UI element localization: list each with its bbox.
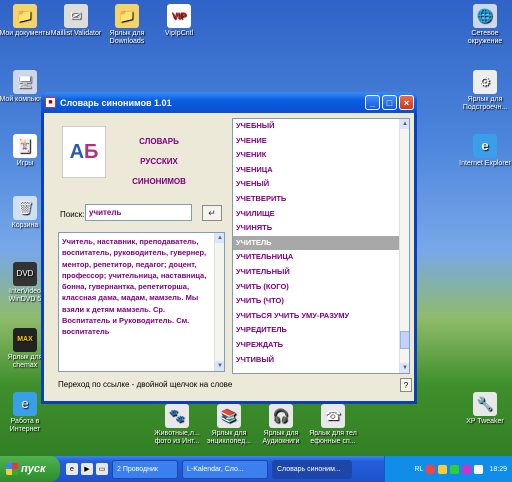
app-icon: MAX xyxy=(13,328,37,352)
word-list-item[interactable]: УЧИТЕЛЬНИЦА xyxy=(233,250,399,265)
minimize-button[interactable]: _ xyxy=(365,95,380,110)
scroll-up-icon[interactable]: ▲ xyxy=(215,233,224,243)
folder-icon: 📁 xyxy=(115,4,139,28)
app-icon: 🃏 xyxy=(13,134,37,158)
desktop-icon-xptweaker[interactable]: 🔧 XP Tweaker xyxy=(456,392,512,426)
app-icon: 🐾 xyxy=(165,404,189,428)
word-list[interactable]: УЧЕБНЫЙ УЧЕНИЕ УЧЕНИК УЧЕНИЦА УЧЕНЫЙ УЧЕТВЕРИ… xyxy=(232,118,410,374)
internet-icon: e xyxy=(13,392,37,416)
desktop-icon-maillist[interactable]: ✉ Maillist Validator xyxy=(47,4,105,38)
desktop-icon-my-documents[interactable]: 📁 Мои документы xyxy=(0,4,54,38)
taskbar-item-synonyms[interactable]: Словарь синоним... xyxy=(272,459,352,479)
desktop-icon-downloads[interactable]: 📁 Ярлык для Downloads xyxy=(98,4,156,46)
language-indicator[interactable]: RL xyxy=(415,466,424,473)
dvd-icon: DVD xyxy=(13,262,37,286)
word-list-item[interactable]: УЧЕНЫЙ xyxy=(233,177,399,192)
synonyms-window: ■ Словарь синонимов 1.01 _ □ × АБ СЛОВАР… xyxy=(41,92,417,404)
word-list-item[interactable]: УЧЕБНЫЙ xyxy=(233,119,399,134)
app-heading: СЛОВАРЬ РУССКИХ СИНОНИМОВ xyxy=(132,137,186,186)
ie-icon[interactable]: e xyxy=(66,463,78,475)
word-list-item[interactable]: УЧИЛИЩЕ xyxy=(233,207,399,222)
word-list-item[interactable]: УЧЕНИЦА xyxy=(233,163,399,178)
search-input[interactable] xyxy=(85,204,192,221)
word-list-item[interactable]: УЧРЕЖДАТЬ xyxy=(233,338,399,353)
app-icon: 🎧 xyxy=(269,404,293,428)
app-icon: ✉ xyxy=(64,4,88,28)
tray-icon[interactable] xyxy=(426,464,436,474)
app-icon: 🔧 xyxy=(473,392,497,416)
desktop-icon[interactable]: ▭ xyxy=(96,463,108,475)
taskbar: пуск e ▶ ▭ 2 Проводник L-Kalendar, Сло..… xyxy=(0,456,512,482)
word-list-item[interactable]: УЧРЕДИТЕЛЬ xyxy=(233,323,399,338)
desktop-icon-animals[interactable]: 🐾 Животные,л... фото из Инт... xyxy=(148,404,206,446)
word-list-item[interactable]: УЧИТЬСЯ УЧИТЬ УМУ-РАЗУМУ xyxy=(233,309,399,324)
app-icon: ■ xyxy=(45,97,56,108)
word-list-item[interactable]: УЧИТЬ (КОГО) xyxy=(233,280,399,295)
word-list-item[interactable]: УЧИТЕЛЬ xyxy=(233,235,399,251)
system-tray: RL 18:29 xyxy=(384,456,512,482)
word-list-scrollbar[interactable]: ▲ ▼ xyxy=(399,119,409,373)
app-icon: ☎ xyxy=(321,404,345,428)
window-title: Словарь синонимов 1.01 xyxy=(60,97,172,108)
definition-text: Учитель, наставник, преподаватель, воспи… xyxy=(62,237,207,337)
taskbar-item-kalendar[interactable]: L-Kalendar, Сло... xyxy=(182,459,268,479)
start-button[interactable]: пуск xyxy=(0,456,60,482)
title-bar[interactable]: ■ Словарь синонимов 1.01 _ □ × xyxy=(41,92,417,113)
tray-icon[interactable] xyxy=(462,464,472,474)
quick-launch: e ▶ ▭ xyxy=(66,463,108,475)
definition-scrollbar[interactable]: ▲ ▼ xyxy=(214,233,224,371)
app-icon: ⚙ xyxy=(473,70,497,94)
ie-icon: e xyxy=(473,134,497,158)
word-list-item[interactable]: УЧТИВЫЙ xyxy=(233,353,399,368)
app-logo: АБ xyxy=(62,126,106,178)
taskbar-item-explorer[interactable]: 2 Проводник xyxy=(112,459,178,479)
desktop-icon-network[interactable]: 🌐 Сетевое окружение xyxy=(456,4,512,46)
word-list-item[interactable]: УЧИНЯТЬ xyxy=(233,221,399,236)
help-button[interactable]: ? xyxy=(400,378,412,392)
search-button[interactable]: ↵ xyxy=(202,205,222,221)
computer-icon: 🖥 xyxy=(13,70,37,94)
scroll-thumb[interactable] xyxy=(400,331,409,349)
word-list-item[interactable]: УЧИТЬ (ЧТО) xyxy=(233,294,399,309)
status-bar: Переход по ссылке - двойной щелчок на сл… xyxy=(58,380,233,389)
network-icon: 🌐 xyxy=(473,4,497,28)
recycle-bin-icon: 🗑 xyxy=(13,196,37,220)
tray-icon[interactable] xyxy=(474,464,484,474)
folder-icon: 📁 xyxy=(13,4,37,28)
search-label: Поиск: xyxy=(60,210,85,219)
tray-icon[interactable] xyxy=(450,464,460,474)
desktop-icon-podstroech[interactable]: ⚙ Ярлык для Подстроечн... xyxy=(456,70,512,112)
scroll-down-icon[interactable]: ▼ xyxy=(400,363,409,373)
scroll-down-icon[interactable]: ▼ xyxy=(215,361,224,371)
scroll-up-icon[interactable]: ▲ xyxy=(400,119,409,129)
close-button[interactable]: × xyxy=(399,95,414,110)
tray-icon[interactable] xyxy=(438,464,448,474)
clock[interactable]: 18:29 xyxy=(489,466,507,473)
desktop-icon-phones[interactable]: ☎ Ярлык для тел ефонные сп... xyxy=(304,404,362,446)
enter-icon: ↵ xyxy=(208,207,216,218)
definition-panel[interactable]: Учитель, наставник, преподаватель, воспи… xyxy=(58,232,225,372)
desktop-icon-audiobooks[interactable]: 🎧 Ярлык для Аудиокниги xyxy=(252,404,310,446)
windows-logo-icon xyxy=(6,463,18,475)
maximize-button[interactable]: □ xyxy=(382,95,397,110)
word-list-item[interactable]: УЧИТЕЛЬНЫЙ xyxy=(233,265,399,280)
word-list-item[interactable]: УЧЕТВЕРИТЬ xyxy=(233,192,399,207)
desktop-icon-encyclopedia[interactable]: 📚 Ярлык для энциклопед... xyxy=(200,404,258,446)
word-list-item[interactable]: УЧЕНИК xyxy=(233,148,399,163)
word-list-item[interactable]: УЧЕНИЕ xyxy=(233,134,399,149)
media-icon[interactable]: ▶ xyxy=(81,463,93,475)
desktop-icon-ie[interactable]: e Internet Explorer xyxy=(456,134,512,168)
app-icon: VIP xyxy=(167,4,191,28)
desktop-icon-vipipcntl[interactable]: VIP VipIpCntl xyxy=(150,4,208,38)
app-icon: 📚 xyxy=(217,404,241,428)
